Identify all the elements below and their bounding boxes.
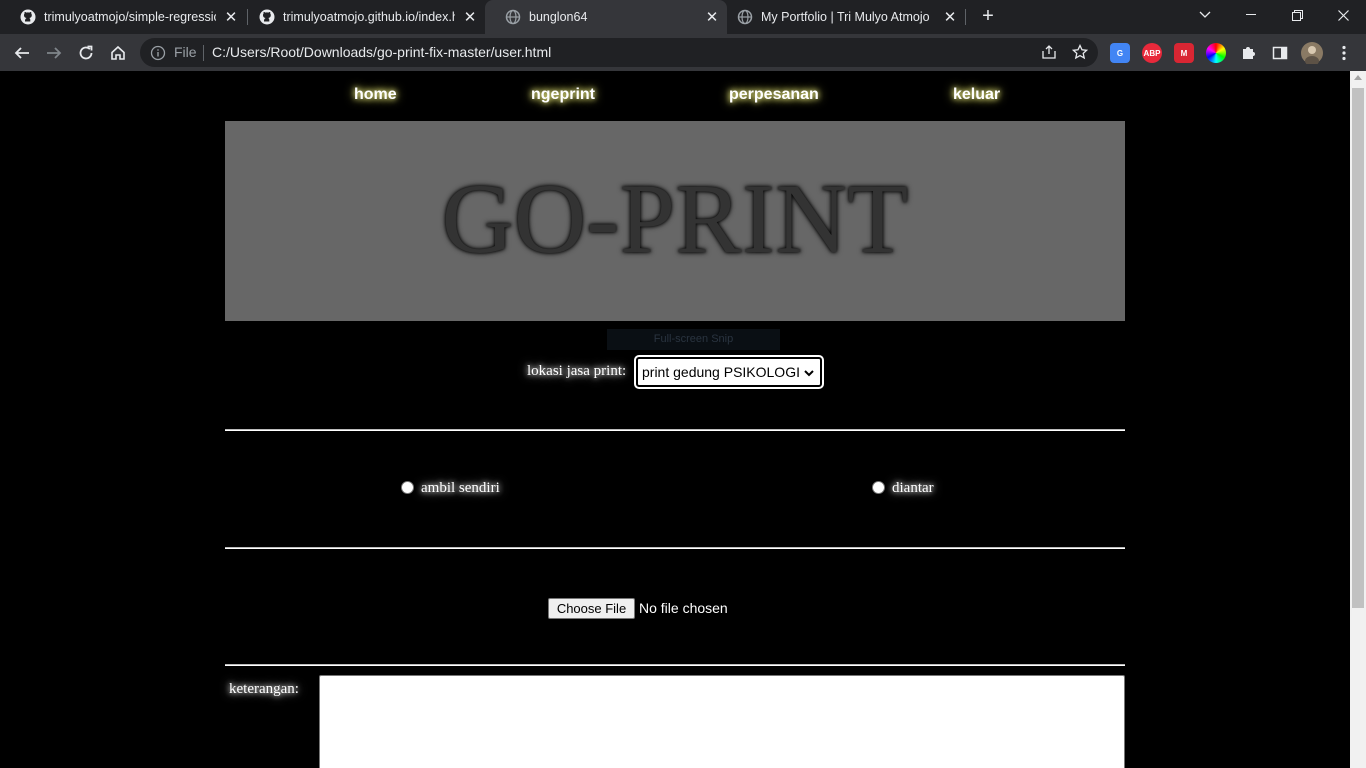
radio-diantar-label: diantar (892, 480, 934, 496)
side-panel-icon[interactable] (1267, 40, 1293, 66)
file-status-text: No file chosen (639, 600, 728, 616)
notes-label: keterangan: (229, 681, 299, 697)
notes-textarea[interactable] (319, 675, 1125, 768)
location-row: lokasi jasa print: print gedung PSIKOLOG… (225, 355, 1125, 389)
location-selected-value: print gedung PSIKOLOGI (642, 364, 800, 380)
share-icon[interactable] (1036, 39, 1062, 65)
tab-search-chevron-icon[interactable] (1182, 0, 1228, 30)
location-label: lokasi jasa print: (527, 363, 627, 379)
browser-tab-active[interactable]: bunglon64 ✕ (485, 0, 727, 34)
color-picker-icon[interactable] (1206, 43, 1226, 63)
mendeley-icon[interactable]: M (1174, 43, 1194, 63)
back-arrow-icon[interactable] (9, 40, 35, 66)
browser-tab[interactable]: My Portfolio | Tri Mulyo Atmojo ✕ (717, 0, 965, 34)
github-icon (20, 9, 36, 25)
extensions-puzzle-icon[interactable] (1235, 40, 1261, 66)
location-select[interactable]: print gedung PSIKOLOGI (634, 355, 824, 389)
scheme-label: File (174, 44, 197, 60)
url-text[interactable]: C:/Users/Root/Downloads/go-print-fix-mas… (212, 44, 551, 60)
info-icon[interactable] (150, 45, 166, 61)
scroll-up-arrow-icon[interactable] (1354, 75, 1362, 80)
minimize-icon[interactable] (1228, 0, 1274, 30)
tab-title: trimulyoatmojo.github.io/index.h (283, 10, 455, 24)
globe-icon (505, 9, 521, 25)
close-window-icon[interactable] (1320, 0, 1366, 30)
browser-tab-strip: trimulyoatmojo/simple-regressio ✕ trimul… (0, 0, 1366, 34)
divider (225, 429, 1125, 431)
tab-divider (965, 9, 966, 25)
close-tab-icon[interactable]: ✕ (941, 8, 959, 26)
profile-avatar[interactable] (1299, 40, 1325, 66)
tab-title: trimulyoatmojo/simple-regressio (44, 10, 216, 24)
tab-title: My Portfolio | Tri Mulyo Atmojo (761, 10, 930, 24)
reload-icon[interactable] (73, 40, 99, 66)
chevron-down-icon (804, 366, 814, 380)
snip-tooltip: Full-screen Snip (607, 329, 780, 350)
menu-kebab-icon[interactable] (1331, 40, 1357, 66)
nav-keluar-link[interactable]: keluar (953, 86, 1000, 104)
divider (225, 547, 1125, 549)
new-tab-plus-icon[interactable]: + (976, 5, 1000, 29)
radio-diantar[interactable] (872, 481, 885, 494)
globe-icon (737, 9, 753, 25)
tab-title: bunglon64 (529, 10, 588, 24)
bookmark-star-icon[interactable] (1067, 39, 1093, 65)
forward-arrow-icon[interactable] (41, 40, 67, 66)
browser-tab[interactable]: trimulyoatmojo/simple-regressio ✕ (0, 0, 246, 34)
github-icon (259, 9, 275, 25)
choose-file-button[interactable]: Choose File (548, 598, 635, 619)
header-banner: GO-PRINT (225, 121, 1125, 321)
adblock-plus-icon[interactable]: ABP (1142, 43, 1162, 63)
main-nav: home ngeprint perpesanan keluar (225, 71, 1125, 121)
browser-tab[interactable]: trimulyoatmojo.github.io/index.h ✕ (239, 0, 485, 34)
restore-icon[interactable] (1274, 0, 1320, 30)
close-tab-icon[interactable]: ✕ (222, 8, 240, 26)
scroll-thumb[interactable] (1352, 88, 1364, 608)
nav-home-link[interactable]: home (354, 86, 397, 104)
home-icon[interactable] (105, 40, 131, 66)
divider (225, 664, 1125, 666)
site-title: GO-PRINT (441, 163, 909, 274)
close-tab-icon[interactable]: ✕ (461, 8, 479, 26)
browser-toolbar: File C:/Users/Root/Downloads/go-print-fi… (0, 34, 1366, 71)
page-viewport: home ngeprint perpesanan keluar GO-PRINT… (0, 71, 1350, 768)
address-bar[interactable]: File C:/Users/Root/Downloads/go-print-fi… (140, 38, 1098, 67)
nav-perpesanan-link[interactable]: perpesanan (729, 86, 819, 104)
page-scrollbar[interactable] (1350, 71, 1366, 768)
radio-ambil-sendiri[interactable] (401, 481, 414, 494)
nav-ngeprint-link[interactable]: ngeprint (531, 86, 595, 104)
address-divider (203, 45, 204, 61)
translate-extension-icon[interactable]: G (1110, 43, 1130, 63)
radio-ambil-sendiri-label: ambil sendiri (421, 480, 500, 496)
